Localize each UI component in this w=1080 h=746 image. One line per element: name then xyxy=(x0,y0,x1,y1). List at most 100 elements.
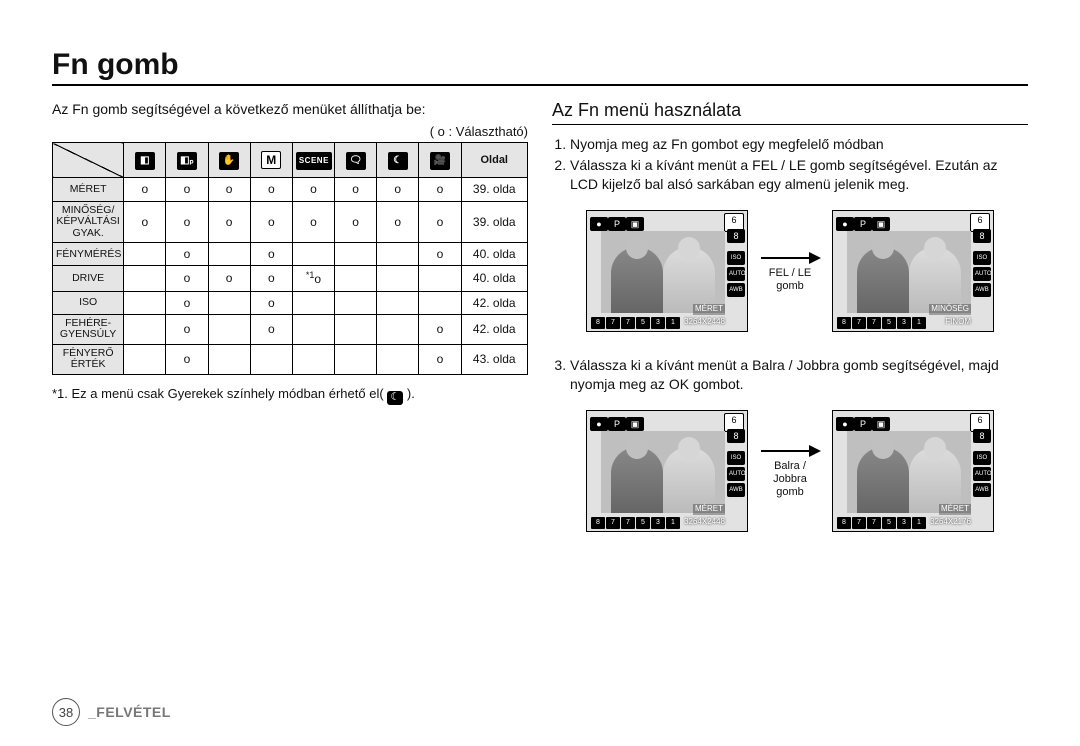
table-cell: o xyxy=(335,201,377,243)
left-column: Az Fn gomb segítségével a következő menü… xyxy=(52,100,528,698)
arrow-1-label: FEL / LE gomb xyxy=(769,267,811,293)
table-cell xyxy=(377,291,419,314)
table-row: MÉREToooooooo39. olda xyxy=(53,178,528,201)
mode-icon-auto: ◧ xyxy=(124,143,166,178)
row-label: ISO xyxy=(53,291,124,314)
table-cell xyxy=(377,344,419,374)
table-row: FÉNYERŐ ÉRTÉKoo43. olda xyxy=(53,344,528,374)
arrow-1: FEL / LE gomb xyxy=(758,249,822,293)
table-cell xyxy=(335,344,377,374)
table-cell: o xyxy=(208,201,250,243)
step-1: Nyomja meg az Fn gombot egy megfelelő mó… xyxy=(570,135,1028,154)
table-cell: o xyxy=(166,178,208,201)
page-cell: 42. olda xyxy=(461,291,528,314)
table-cell xyxy=(208,291,250,314)
table-row: MINŐSÉG/ KÉPVÁLTÁSI GYAK.oooooooo39. old… xyxy=(53,201,528,243)
table-row: FEHÉRE- GYENSÚLYooo42. olda xyxy=(53,314,528,344)
table-cell: o xyxy=(166,314,208,344)
page-cell: 39. olda xyxy=(461,178,528,201)
table-cell: o xyxy=(166,266,208,291)
table-cell: o xyxy=(250,291,292,314)
table-cell xyxy=(124,243,166,266)
page-col-header: Oldal xyxy=(461,143,528,178)
table-cell: o xyxy=(335,178,377,201)
mode-icon-dis: ✋ xyxy=(208,143,250,178)
table-cell xyxy=(377,266,419,291)
mode-icon-m: M xyxy=(250,143,292,178)
arrow-right-icon xyxy=(759,442,821,460)
legend-text: ( o : Választható) xyxy=(52,123,528,141)
lcd-1a: ●P▣68ISOAUTOAWB877531MÉRET3264X2448 xyxy=(586,210,748,332)
night-crescent-icon: ☾ xyxy=(388,152,408,170)
row-label: FÉNYMÉRÉS xyxy=(53,243,124,266)
footnote: *1. Ez a menü csak Gyerekek színhely mód… xyxy=(52,385,528,405)
table-cell xyxy=(124,344,166,374)
table-cell: o xyxy=(166,243,208,266)
table-cell: o xyxy=(419,314,461,344)
night-icon: ☾ xyxy=(387,391,403,405)
page-cell: 40. olda xyxy=(461,266,528,291)
step-2: Válassza ki a kívánt menüt a FEL / LE go… xyxy=(570,156,1028,194)
table-cell xyxy=(292,291,334,314)
page-section: _FELVÉTEL xyxy=(88,704,171,720)
table-cell: o xyxy=(250,266,292,291)
table-cell xyxy=(335,291,377,314)
right-heading: Az Fn menü használata xyxy=(552,98,1028,125)
table-cell xyxy=(292,243,334,266)
m-icon: M xyxy=(261,151,281,169)
steps-list-2: Válassza ki a kívánt menüt a Balra / Job… xyxy=(552,356,1028,394)
row-label: MINŐSÉG/ KÉPVÁLTÁSI GYAK. xyxy=(53,201,124,243)
table-cell xyxy=(335,243,377,266)
lcd-2b: ●P▣68ISOAUTOAWB877531MÉRET3264X2176 xyxy=(832,410,994,532)
table-cell xyxy=(335,266,377,291)
table-cell: o xyxy=(250,178,292,201)
arrow-right-icon xyxy=(759,249,821,267)
intro-text: Az Fn gomb segítségével a következő menü… xyxy=(52,100,528,119)
page-cell: 40. olda xyxy=(461,243,528,266)
table-row: FÉNYMÉRÉSooo40. olda xyxy=(53,243,528,266)
row-label: DRIVE xyxy=(53,266,124,291)
table-cell xyxy=(124,266,166,291)
table-cell xyxy=(124,291,166,314)
table-cell: o xyxy=(377,178,419,201)
table-cell: o xyxy=(292,178,334,201)
table-cell: o xyxy=(208,178,250,201)
table-cell: o xyxy=(166,291,208,314)
table-cell: o xyxy=(419,201,461,243)
table-cell: o xyxy=(124,178,166,201)
table-cell: o xyxy=(292,201,334,243)
table-row: ISO o o 42. olda xyxy=(53,291,528,314)
footnote-prefix: *1. Ez a menü csak Gyerekek színhely mód… xyxy=(52,386,387,401)
table-cell: o xyxy=(124,201,166,243)
page-title: Fn gomb xyxy=(52,48,1028,86)
row-label: FÉNYERŐ ÉRTÉK xyxy=(53,344,124,374)
figure-row-2: ●P▣68ISOAUTOAWB877531MÉRET3264X2448 Balr… xyxy=(552,410,1028,532)
camera-icon: ◧ xyxy=(135,152,155,170)
mode-icon-guide: 🗨 xyxy=(335,143,377,178)
table-cell: o xyxy=(419,243,461,266)
fn-table: ◧ ◧ₚ ✋ M SCENE 🗨 ☾ 🎥 Oldal MÉREToooooooo… xyxy=(52,142,528,375)
table-cell: o xyxy=(377,201,419,243)
movie-icon: 🎥 xyxy=(430,152,450,170)
mode-icon-night: ☾ xyxy=(377,143,419,178)
table-cell: o xyxy=(166,344,208,374)
mode-icon-movie: 🎥 xyxy=(419,143,461,178)
figure-row-1: ●P▣68ISOAUTOAWB877531MÉRET3264X2448 FEL … xyxy=(552,210,1028,332)
table-cell xyxy=(250,344,292,374)
row-label: MÉRET xyxy=(53,178,124,201)
table-cell xyxy=(208,243,250,266)
lcd-1b: ●P▣68ISOAUTOAWB877531MINŐSÉGFINOM xyxy=(832,210,994,332)
table-cell xyxy=(419,266,461,291)
table-cell xyxy=(335,314,377,344)
lcd-2a: ●P▣68ISOAUTOAWB877531MÉRET3264X2448 xyxy=(586,410,748,532)
page-cell: 39. olda xyxy=(461,201,528,243)
table-cell: o xyxy=(250,201,292,243)
mode-icon-scene: SCENE xyxy=(292,143,334,178)
table-cell xyxy=(124,314,166,344)
table-cell xyxy=(292,314,334,344)
page-cell: 42. olda xyxy=(461,314,528,344)
steps-list: Nyomja meg az Fn gombot egy megfelelő mó… xyxy=(552,135,1028,194)
table-corner xyxy=(53,143,124,178)
table-row: DRIVEooo*1o40. olda xyxy=(53,266,528,291)
page-footer: 38 _FELVÉTEL xyxy=(52,698,1028,726)
